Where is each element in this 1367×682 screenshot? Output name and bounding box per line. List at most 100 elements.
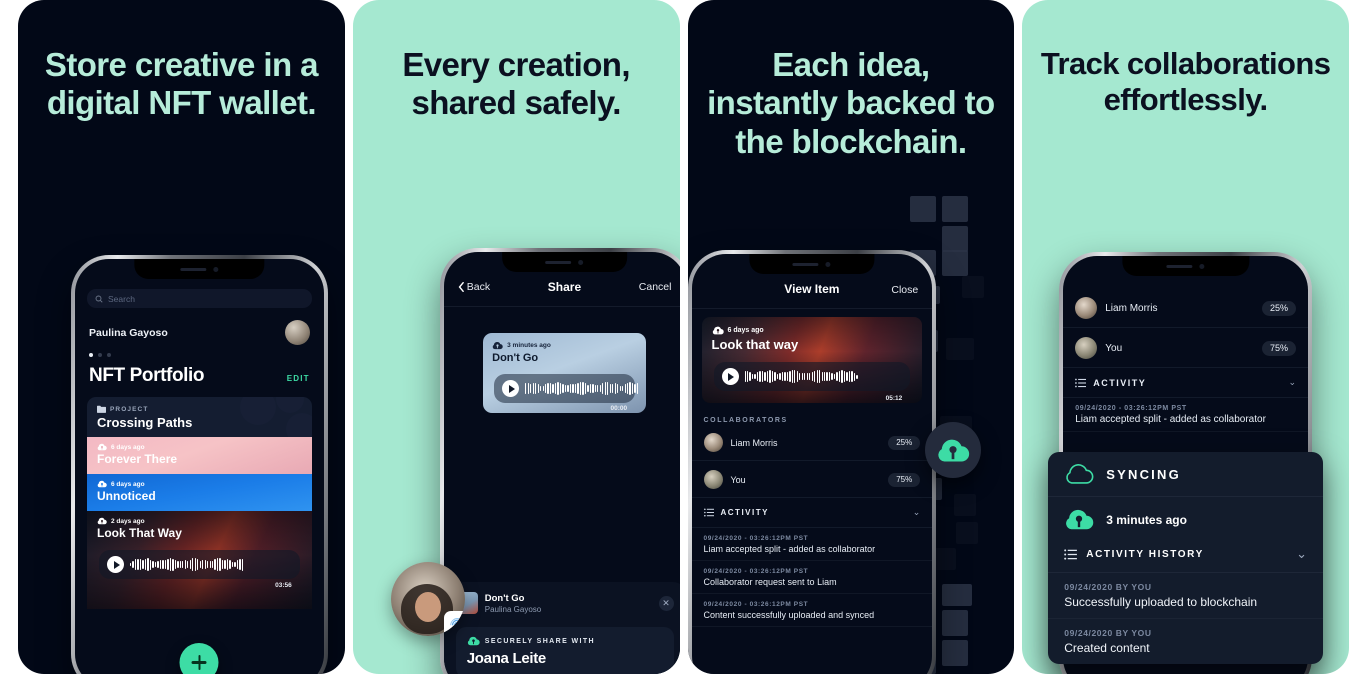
list-icon bbox=[1075, 378, 1087, 387]
view-item-media[interactable]: 6 days ago Look that way 05:12 bbox=[702, 317, 923, 403]
history-date: 09/24/2020 BY YOU bbox=[1064, 582, 1152, 592]
avatar[interactable] bbox=[284, 320, 310, 345]
phone-mockup-2: Back Share Cancel 3 minutes ago Don't Go bbox=[439, 248, 680, 674]
activity-label: ACTIVITY bbox=[1093, 377, 1147, 388]
activity-header[interactable]: ACTIVITY ⌄ bbox=[691, 498, 933, 528]
history-item: 09/24/2020 BY YOU Created content bbox=[1048, 619, 1323, 664]
phone-screen-view-item: View Item Close 6 days ago Look that way… bbox=[691, 254, 933, 674]
list-icon bbox=[703, 508, 714, 517]
phone-notch bbox=[134, 259, 265, 279]
activity-item: 09/24/2020 - 03:26:12PM PST Content succ… bbox=[691, 594, 933, 627]
play-icon[interactable] bbox=[721, 368, 739, 385]
media-duration: 05:12 bbox=[885, 395, 903, 402]
page-dots[interactable] bbox=[75, 345, 324, 357]
activity-history-header[interactable]: ACTIVITY HISTORY ⌄ bbox=[1048, 540, 1323, 573]
close-icon[interactable]: ✕ bbox=[658, 595, 674, 611]
collaborator-percent: 75% bbox=[1261, 340, 1296, 356]
collaborator-row[interactable]: Liam Morris 25% bbox=[1063, 288, 1308, 328]
collaborator-row[interactable]: Liam Morris 25% bbox=[691, 424, 933, 461]
cloud-key-icon bbox=[492, 341, 503, 350]
history-date: 09/24/2020 BY YOU bbox=[1064, 628, 1152, 638]
collaborator-avatar bbox=[703, 470, 723, 489]
screenshot-gallery: Store creative in a digital NFT wallet. … bbox=[0, 0, 1367, 682]
cloud-outline-icon bbox=[1066, 464, 1094, 484]
activity-header[interactable]: ACTIVITY ⌄ bbox=[1063, 368, 1308, 398]
waveform[interactable] bbox=[130, 558, 292, 572]
page-dot-3[interactable] bbox=[107, 353, 111, 357]
phone-notch bbox=[501, 252, 628, 272]
track-time: 2 days ago bbox=[111, 517, 145, 525]
edit-button[interactable]: EDIT bbox=[287, 374, 310, 383]
track-row[interactable]: 2 days ago Look That Way 03:56 bbox=[87, 511, 312, 609]
track-name: Forever There bbox=[97, 452, 178, 466]
chevron-down-icon[interactable]: ⌄ bbox=[913, 507, 921, 518]
syncing-overlay: SYNCING 3 minutes ago ACTIVITY HISTORY ⌄… bbox=[1048, 452, 1323, 664]
cloud-key-icon bbox=[97, 517, 107, 525]
audio-player[interactable]: 03:56 bbox=[99, 550, 300, 589]
history-text: Successfully uploaded to blockchain bbox=[1064, 595, 1258, 609]
track-row[interactable]: 6 days ago Unnoticed bbox=[87, 474, 312, 511]
collaborator-percent: 75% bbox=[888, 472, 921, 487]
secure-share-box[interactable]: SECURELY SHARE WITH Joana Leite bbox=[455, 627, 674, 674]
share-item[interactable]: Don't Go Paulina Gayoso ✕ bbox=[455, 592, 674, 614]
activity-date: 09/24/2020 - 03:26:12PM PST bbox=[703, 568, 809, 575]
track-duration: 03:56 bbox=[275, 582, 292, 589]
cloud-key-icon bbox=[97, 480, 107, 488]
waveform[interactable] bbox=[744, 370, 903, 384]
recipient-avatar[interactable] bbox=[390, 562, 465, 636]
audio-player[interactable]: 05:12 bbox=[713, 362, 911, 402]
cancel-button[interactable]: Cancel bbox=[639, 281, 672, 293]
cloud-key-icon bbox=[467, 636, 480, 646]
play-icon[interactable] bbox=[502, 380, 520, 397]
cloud-key-icon bbox=[712, 326, 724, 335]
collaborator-percent: 25% bbox=[1261, 300, 1296, 316]
collaborator-percent: 25% bbox=[888, 435, 921, 450]
back-button[interactable]: Back bbox=[458, 281, 490, 293]
folder-icon bbox=[97, 405, 106, 413]
nav-title: View Item bbox=[784, 282, 840, 296]
decorative-bubbles-icon bbox=[239, 397, 312, 437]
activity-label: ACTIVITY bbox=[720, 508, 769, 517]
phone-notch bbox=[749, 254, 875, 274]
phone-notch bbox=[1121, 256, 1250, 276]
chevron-down-icon[interactable]: ⌄ bbox=[1296, 546, 1307, 562]
media-duration: 00:00 bbox=[610, 405, 628, 412]
collaborator-row[interactable]: You 75% bbox=[1063, 328, 1308, 368]
activity-text: Liam accepted split - added as collabora… bbox=[703, 544, 876, 554]
add-button[interactable] bbox=[179, 643, 219, 674]
secure-share-label-row: SECURELY SHARE WITH bbox=[467, 636, 663, 646]
track-meta: 6 days ago bbox=[97, 443, 302, 451]
sync-time: 3 minutes ago bbox=[1106, 512, 1187, 527]
portfolio-header: NFT Portfolio EDIT bbox=[75, 357, 324, 387]
search-input[interactable]: Search bbox=[87, 289, 312, 308]
page-dot-1[interactable] bbox=[89, 353, 93, 357]
collaborator-avatar bbox=[1075, 297, 1098, 319]
project-card[interactable]: PROJECT Crossing Paths bbox=[87, 397, 312, 437]
collaborator-row[interactable]: You 75% bbox=[691, 461, 933, 498]
phone-mockup-1: Search Paulina Gayoso NFT Portfolio EDIT bbox=[71, 255, 328, 674]
syncing-title: SYNCING bbox=[1106, 466, 1181, 482]
collaborator-name: You bbox=[1105, 342, 1123, 354]
chevron-down-icon[interactable]: ⌄ bbox=[1288, 377, 1296, 388]
waveform[interactable] bbox=[525, 382, 639, 396]
panel-2-headline: Every creation, shared safely. bbox=[402, 46, 630, 122]
activity-date: 09/24/2020 - 03:26:12PM PST bbox=[1075, 405, 1187, 412]
audio-player[interactable]: 00:00 bbox=[494, 374, 639, 412]
panel-view-item: Each idea, instantly backed to the block… bbox=[687, 0, 1015, 674]
list-icon bbox=[1064, 548, 1078, 560]
search-placeholder: Search bbox=[108, 293, 135, 304]
track-row[interactable]: 6 days ago Forever There bbox=[87, 437, 312, 474]
sync-time-row: 3 minutes ago bbox=[1048, 497, 1323, 540]
panel-1-headline: Store creative in a digital NFT wallet. bbox=[44, 46, 319, 122]
media-name: Look that way bbox=[711, 337, 799, 352]
history-item: 09/24/2020 BY YOU Successfully uploaded … bbox=[1048, 573, 1323, 619]
play-icon[interactable] bbox=[107, 556, 124, 573]
close-button[interactable]: Close bbox=[891, 284, 918, 296]
phone-screen-portfolio: Search Paulina Gayoso NFT Portfolio EDIT bbox=[75, 259, 324, 674]
track-name: Look That Way bbox=[97, 526, 182, 540]
page-dot-2[interactable] bbox=[98, 353, 102, 357]
sync-cloud-button[interactable] bbox=[925, 422, 982, 478]
share-media-card[interactable]: 3 minutes ago Don't Go 00:00 bbox=[483, 333, 647, 413]
nav-title: Share bbox=[547, 280, 582, 294]
profile-row[interactable]: Paulina Gayoso bbox=[75, 308, 324, 345]
